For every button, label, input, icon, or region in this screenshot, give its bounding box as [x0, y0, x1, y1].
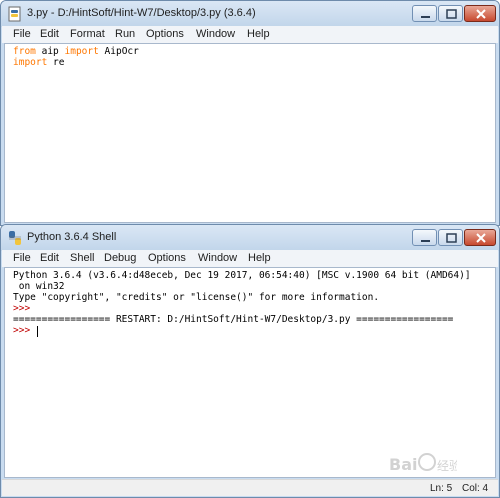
- status-line: Ln: 5: [430, 483, 453, 494]
- editor-menubar: File Edit Format Run Options Window Help: [2, 26, 498, 43]
- close-icon: [476, 9, 486, 19]
- python-file-icon: [8, 6, 21, 22]
- svg-text:经验: 经验: [437, 458, 457, 473]
- close-icon: [476, 233, 486, 243]
- code-line-2: import re: [13, 57, 65, 69]
- menu-window[interactable]: Window: [196, 28, 235, 40]
- minimize-button[interactable]: [412, 5, 437, 22]
- menu-window[interactable]: Window: [198, 252, 237, 264]
- code-text: AipOcr: [98, 46, 139, 57]
- restart-banner: ================= RESTART: D:/HintSoft/H…: [13, 314, 454, 325]
- menu-shell[interactable]: Shell: [70, 252, 94, 264]
- menu-help[interactable]: Help: [248, 252, 271, 264]
- menu-options[interactable]: Options: [146, 28, 184, 40]
- maximize-button[interactable]: [438, 5, 463, 22]
- menu-options[interactable]: Options: [148, 252, 186, 264]
- shell-menubar: File Edit Shell Debug Options Window Hel…: [2, 250, 498, 267]
- minimize-icon: [421, 16, 430, 18]
- python-icon: [9, 231, 21, 245]
- baidu-watermark-logo: Bai 经验: [389, 453, 457, 474]
- menu-help[interactable]: Help: [247, 28, 270, 40]
- shell-prompt-active[interactable]: >>>: [13, 325, 36, 337]
- shell-title: Python 3.6.4 Shell: [27, 231, 117, 243]
- menu-debug[interactable]: Debug: [104, 252, 136, 264]
- minimize-icon: [421, 240, 430, 242]
- maximize-icon: [446, 9, 457, 19]
- menu-run[interactable]: Run: [115, 28, 135, 40]
- editor-title: 3.py - D:/HintSoft/Hint-W7/Desktop/3.py …: [27, 7, 256, 19]
- menu-edit[interactable]: Edit: [40, 28, 59, 40]
- code-editor[interactable]: from aip import AipOcr import re: [4, 43, 496, 223]
- close-button[interactable]: [464, 5, 496, 22]
- keyword: from: [13, 46, 36, 57]
- status-col: Col: 4: [462, 483, 489, 494]
- shell-line: Python 3.6.4 (v3.6.4:d48eceb, Dec 19 201…: [13, 270, 471, 281]
- code-text: aip: [35, 46, 65, 57]
- maximize-icon: [446, 233, 457, 243]
- svg-text:Bai: Bai: [389, 455, 417, 474]
- close-button[interactable]: [464, 229, 496, 246]
- text-cursor: [37, 326, 38, 337]
- maximize-button[interactable]: [438, 229, 463, 246]
- status-bar: Ln: 5 Col: 4: [2, 479, 498, 496]
- shell-titlebar[interactable]: Python 3.6.4 Shell: [1, 225, 499, 251]
- menu-format[interactable]: Format: [70, 28, 105, 40]
- menu-edit[interactable]: Edit: [40, 252, 59, 264]
- menu-file[interactable]: File: [13, 252, 31, 264]
- shell-output[interactable]: Python 3.6.4 (v3.6.4:d48eceb, Dec 19 201…: [4, 267, 496, 478]
- minimize-button[interactable]: [412, 229, 437, 246]
- shell-line: Type "copyright", "credits" or "license(…: [13, 292, 380, 303]
- editor-titlebar[interactable]: 3.py - D:/HintSoft/Hint-W7/Desktop/3.py …: [1, 1, 499, 27]
- keyword: import: [13, 57, 48, 68]
- code-text: re: [47, 57, 65, 68]
- menu-file[interactable]: File: [13, 28, 31, 40]
- keyword: import: [64, 46, 99, 57]
- editor-window[interactable]: 3.py - D:/HintSoft/Hint-W7/Desktop/3.py …: [0, 0, 500, 226]
